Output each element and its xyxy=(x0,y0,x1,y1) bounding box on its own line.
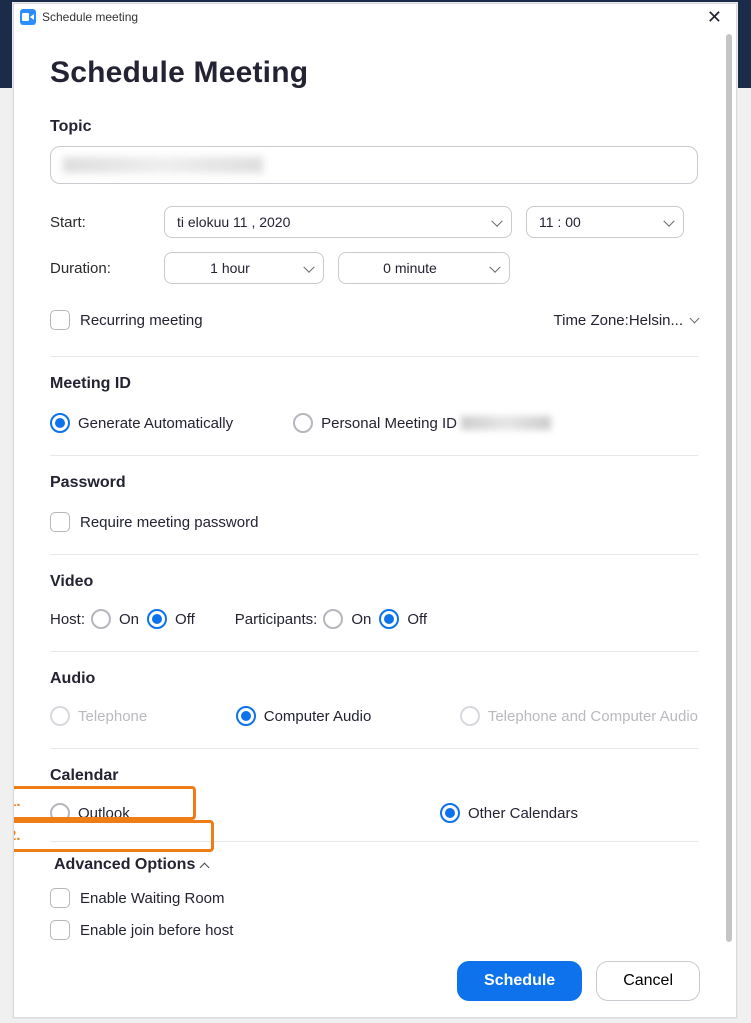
waiting-room-row[interactable]: Enable Waiting Room xyxy=(50,888,700,908)
advanced-options-label: Advanced Options xyxy=(54,856,195,874)
start-time-value: 11 : 00 xyxy=(539,214,581,230)
audio-heading: Audio xyxy=(50,670,700,688)
meeting-id-personal-label: Personal Meeting ID xyxy=(321,415,457,432)
start-time-select[interactable]: 11 : 00 xyxy=(526,206,684,238)
duration-minutes-select[interactable]: 0 minute xyxy=(338,252,510,284)
window-title: Schedule meeting xyxy=(42,10,138,24)
dialog-footer: Schedule Cancel xyxy=(14,945,736,1017)
duration-minutes-value: 0 minute xyxy=(383,260,437,276)
start-label: Start: xyxy=(50,214,150,231)
recurring-label: Recurring meeting xyxy=(80,312,203,329)
audio-row: Telephone Computer Audio Telephone and C… xyxy=(50,706,698,726)
calendar-other-label: Other Calendars xyxy=(468,805,578,822)
video-participants-label: Participants: xyxy=(235,611,318,628)
on-label: On xyxy=(119,611,139,628)
radio-icon[interactable] xyxy=(323,609,343,629)
calendar-row: Outlook Other Calendars xyxy=(50,803,698,823)
password-heading: Password xyxy=(50,474,700,492)
audio-telephone-option: Telephone xyxy=(50,706,147,726)
timezone-select[interactable]: Time Zone: Helsin... xyxy=(554,312,699,329)
start-row: Start: ti elokuu 11 , 2020 11 : 00 xyxy=(50,206,700,238)
dialog-body: Schedule Meeting Topic Start: ti elokuu … xyxy=(14,30,736,945)
chevron-down-icon xyxy=(489,262,500,273)
meeting-id-heading: Meeting ID xyxy=(50,375,700,393)
topic-label: Topic xyxy=(50,118,700,136)
zoom-icon xyxy=(20,9,36,25)
video-host-off[interactable]: Off xyxy=(147,609,195,629)
timezone-value: Helsin... xyxy=(629,312,683,329)
schedule-button[interactable]: Schedule xyxy=(457,961,582,1001)
calendar-other-option[interactable]: Other Calendars xyxy=(440,803,578,823)
radio-selected-icon[interactable] xyxy=(50,413,70,433)
radio-disabled-icon xyxy=(50,706,70,726)
timezone-prefix: Time Zone: xyxy=(554,312,629,329)
audio-telephone-label: Telephone xyxy=(78,708,147,725)
off-label: Off xyxy=(175,611,195,628)
video-participants-on[interactable]: On xyxy=(323,609,371,629)
audio-both-label: Telephone and Computer Audio xyxy=(488,708,698,725)
video-host-label: Host: xyxy=(50,611,85,628)
radio-selected-icon[interactable] xyxy=(440,803,460,823)
meeting-id-generate-label: Generate Automatically xyxy=(78,415,233,432)
calendar-outlook-label: Outlook xyxy=(78,805,130,822)
waiting-room-checkbox[interactable] xyxy=(50,888,70,908)
close-button[interactable]: ✕ xyxy=(701,6,728,28)
on-label: On xyxy=(351,611,371,628)
duration-row: Duration: 1 hour 0 minute xyxy=(50,252,700,284)
meeting-id-personal-option[interactable]: Personal Meeting ID xyxy=(293,413,551,433)
page-title: Schedule Meeting xyxy=(50,56,700,90)
video-row: Host: On Off Participants: On Off xyxy=(50,609,698,629)
radio-icon[interactable] xyxy=(91,609,111,629)
chevron-up-icon xyxy=(200,862,210,872)
annotation-number-1: 1. xyxy=(14,793,21,810)
require-password-row[interactable]: Require meeting password xyxy=(50,512,700,532)
recurring-checkbox[interactable] xyxy=(50,310,70,330)
radio-selected-icon[interactable] xyxy=(236,706,256,726)
topic-value-redacted xyxy=(63,157,263,173)
radio-icon[interactable] xyxy=(293,413,313,433)
waiting-room-label: Enable Waiting Room xyxy=(80,890,225,907)
audio-computer-label: Computer Audio xyxy=(264,708,372,725)
radio-selected-icon[interactable] xyxy=(147,609,167,629)
start-date-select[interactable]: ti elokuu 11 , 2020 xyxy=(164,206,512,238)
start-date-value: ti elokuu 11 , 2020 xyxy=(177,214,290,230)
meeting-id-generate-option[interactable]: Generate Automatically xyxy=(50,413,233,433)
radio-disabled-icon xyxy=(460,706,480,726)
topic-input[interactable] xyxy=(50,146,698,184)
chevron-down-icon xyxy=(663,216,674,227)
titlebar: Schedule meeting ✕ xyxy=(14,4,736,30)
join-before-host-checkbox[interactable] xyxy=(50,920,70,940)
chevron-down-icon xyxy=(491,216,502,227)
cancel-button[interactable]: Cancel xyxy=(596,961,700,1001)
recurring-row: Recurring meeting Time Zone: Helsin... xyxy=(50,310,698,330)
chevron-down-icon xyxy=(303,262,314,273)
annotation-number-2: 2. xyxy=(14,827,21,844)
chevron-down-icon xyxy=(690,314,700,324)
audio-both-option: Telephone and Computer Audio xyxy=(460,706,698,726)
recurring-checkbox-row[interactable]: Recurring meeting xyxy=(50,310,203,330)
video-heading: Video xyxy=(50,573,700,591)
require-password-checkbox[interactable] xyxy=(50,512,70,532)
duration-hours-value: 1 hour xyxy=(210,260,250,276)
personal-meeting-id-redacted xyxy=(461,416,551,430)
radio-selected-icon[interactable] xyxy=(379,609,399,629)
radio-icon[interactable] xyxy=(50,803,70,823)
duration-hours-select[interactable]: 1 hour xyxy=(164,252,324,284)
join-before-host-label: Enable join before host xyxy=(80,922,233,939)
schedule-meeting-dialog: Schedule meeting ✕ Schedule Meeting Topi… xyxy=(13,3,737,1018)
join-before-host-row[interactable]: Enable join before host xyxy=(50,920,700,940)
meeting-id-options: Generate Automatically Personal Meeting … xyxy=(50,413,700,433)
video-host-on[interactable]: On xyxy=(91,609,139,629)
audio-computer-option[interactable]: Computer Audio xyxy=(236,706,372,726)
duration-label: Duration: xyxy=(50,260,150,277)
require-password-label: Require meeting password xyxy=(80,514,258,531)
advanced-options-toggle[interactable]: Advanced Options xyxy=(50,854,212,876)
video-participants-off[interactable]: Off xyxy=(379,609,427,629)
calendar-heading: Calendar xyxy=(50,767,700,785)
calendar-outlook-option[interactable]: Outlook xyxy=(50,803,130,823)
off-label: Off xyxy=(407,611,427,628)
